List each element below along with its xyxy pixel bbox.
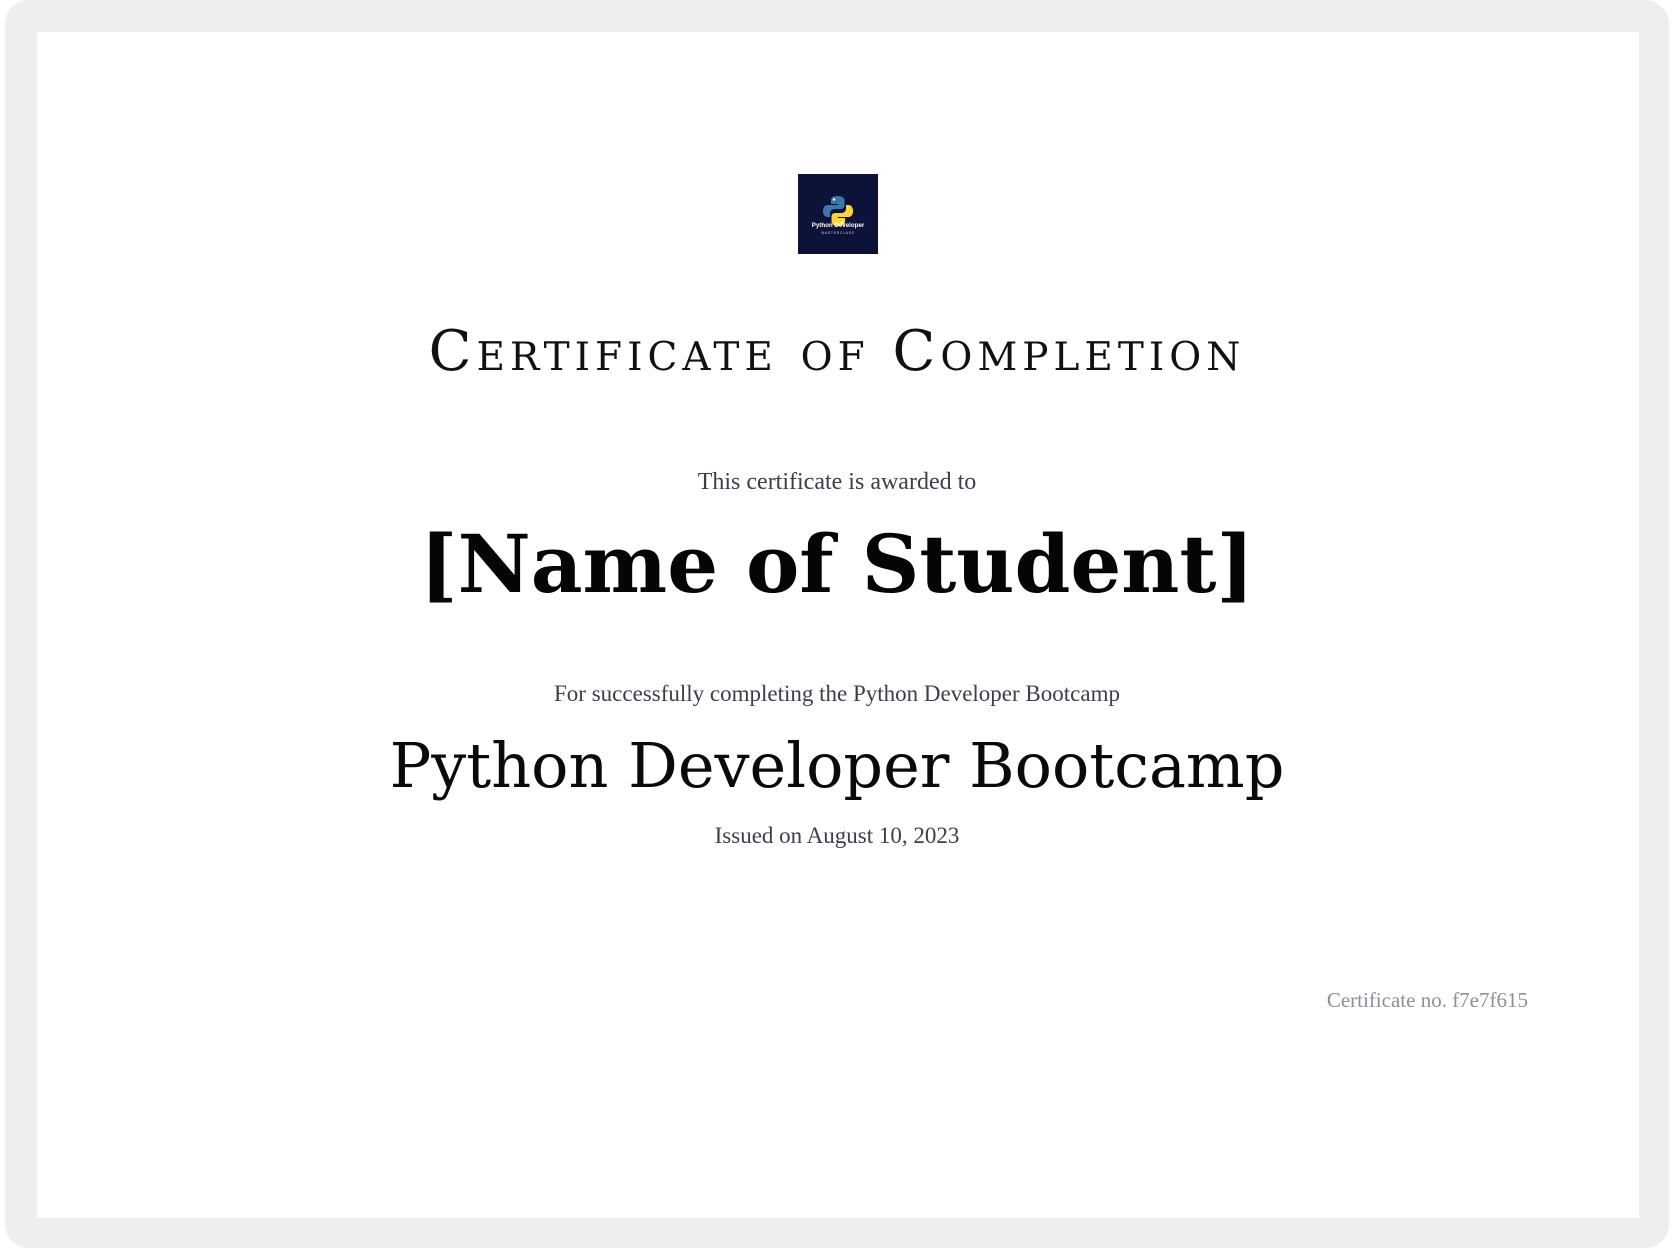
python-logo-icon: Python Developer MASTERCLASS bbox=[812, 196, 865, 235]
course-logo: Python Developer MASTERCLASS bbox=[798, 174, 878, 254]
logo-name: Python Developer bbox=[812, 222, 865, 229]
course-name: Python Developer Bootcamp bbox=[389, 729, 1285, 802]
issued-date: Issued on August 10, 2023 bbox=[714, 823, 960, 848]
certificate-title: Certificate of Completion bbox=[428, 319, 1246, 384]
awarded-to-text: This certificate is awarded to bbox=[697, 469, 977, 495]
logo-tagline: MASTERCLASS bbox=[821, 231, 854, 235]
completion-text: For successfully completing the Python D… bbox=[554, 681, 1120, 706]
student-name: [Name of Student] bbox=[419, 517, 1255, 611]
certificate-number: Certificate no. f7e7f615 bbox=[1326, 988, 1528, 1012]
